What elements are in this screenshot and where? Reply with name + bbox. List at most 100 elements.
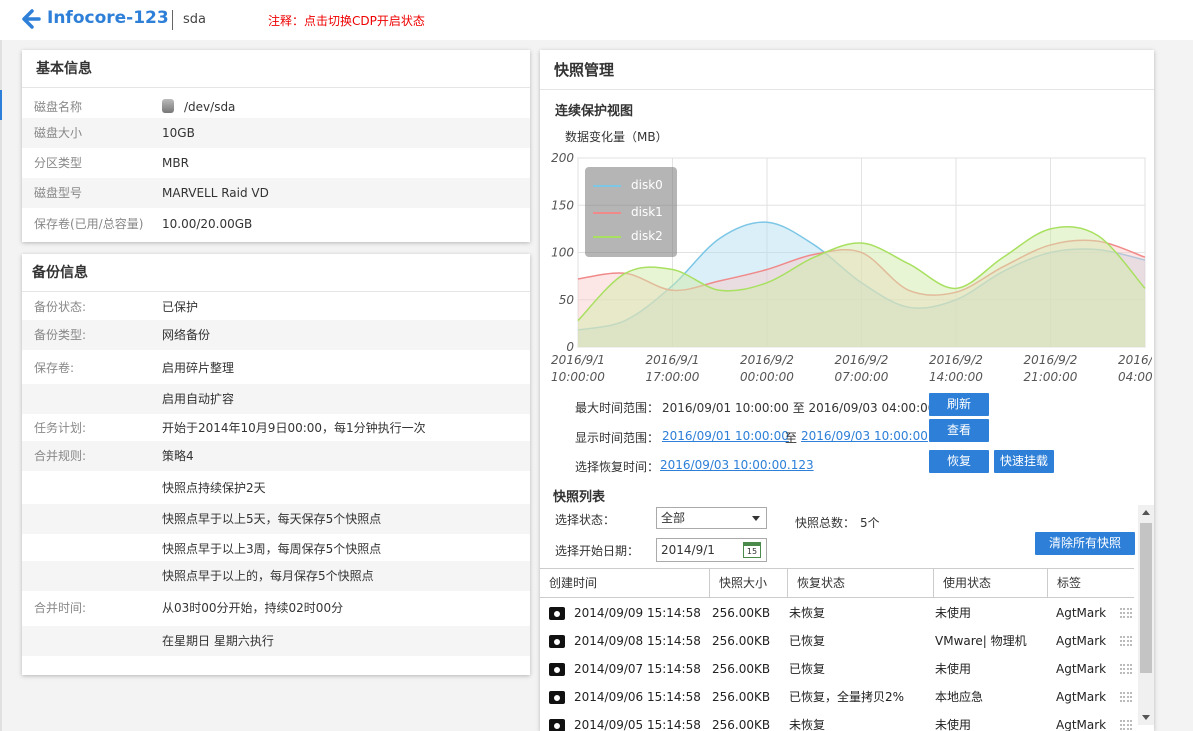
snapshot-list-title: 快照列表	[553, 490, 606, 505]
x-tick-label-time: 07:00:00	[835, 370, 889, 384]
snapshot-scrollbar[interactable]	[1138, 505, 1154, 725]
backup-row: 快照点早于以上的，每月保存5个快照点	[22, 561, 530, 591]
table-row[interactable]: 2014/09/08 15:14:58 256.00KB 已恢复 VMware| 物理…	[540, 627, 1134, 655]
scroll-down-icon[interactable]	[1142, 715, 1150, 720]
back-arrow-icon[interactable]	[20, 8, 42, 30]
quick-mount-button[interactable]: 快速挂载	[994, 450, 1054, 473]
info-value: 10.00/20.00GB	[162, 217, 253, 231]
column-header-usage[interactable]: 使用状态	[934, 569, 1048, 597]
table-row[interactable]: 2014/09/05 15:14:58 256.00KB 未恢复 未使用 AgtMark	[540, 711, 1134, 731]
snapshot-table-header: 创建时间 快照大小 恢复状态 使用状态 标签	[540, 568, 1134, 598]
backup-row: 在星期日 星期六执行	[22, 626, 530, 656]
cell-usage-status: 本地应急	[935, 690, 984, 704]
restore-time-link[interactable]: 2016/09/03 10:00:00.123	[660, 458, 814, 472]
restore-button[interactable]: 恢复	[929, 450, 989, 473]
x-tick-label-date: 2016/9/1	[551, 353, 605, 367]
y-tick-label: 200	[551, 151, 574, 165]
info-value: 开始于2014年10月9日00:00，每1分钟执行一次	[162, 421, 426, 435]
start-date-value: 2014/9/1	[661, 543, 715, 557]
info-value: 在星期日 星期六执行	[162, 634, 274, 648]
info-row-partition-type: 分区类型 MBR	[22, 148, 530, 178]
backup-row: 备份状态: 已保护	[22, 292, 530, 322]
backup-info-heading: 备份信息	[22, 254, 530, 292]
info-label: 磁盘大小	[34, 126, 83, 140]
y-tick-label: 150	[551, 198, 574, 212]
display-range-end-link[interactable]: 2016/09/03 10:00:00	[801, 429, 928, 443]
x-tick-label-date: 2016/9/3	[1118, 353, 1152, 367]
start-date-label: 选择开始日期：	[555, 544, 640, 558]
x-tick-label-time: 00:00:00	[740, 370, 794, 384]
info-label: 任务计划:	[34, 421, 87, 435]
legend-item-disk1[interactable]: disk1	[593, 202, 663, 222]
scroll-up-icon[interactable]	[1142, 510, 1150, 515]
legend-item-disk2[interactable]: disk2	[593, 226, 663, 246]
max-range-label: 最大时间范围：	[575, 401, 660, 415]
page-title: Infocore-123	[47, 8, 169, 28]
backup-row: 备份类型: 网络备份	[22, 320, 530, 350]
clear-all-snapshots-button[interactable]: 清除所有快照	[1035, 532, 1135, 555]
status-select[interactable]: 全部	[656, 507, 767, 529]
cell-restore-status: 已恢复	[789, 662, 826, 676]
row-menu-icon[interactable]	[1120, 720, 1132, 730]
row-menu-icon[interactable]	[1120, 636, 1132, 646]
cell-usage-status: 未使用	[935, 662, 972, 676]
backup-row: 快照点持续保护2天	[22, 473, 530, 503]
x-tick-label-date: 2016/9/1	[646, 353, 700, 367]
cell-tag: AgtMark	[1056, 690, 1107, 704]
cell-usage-status: VMware| 物理机	[935, 634, 1027, 648]
total-label: 快照总数：	[795, 516, 856, 530]
x-tick-label-time: 14:00:00	[929, 370, 983, 384]
scroll-thumb[interactable]	[1140, 523, 1152, 673]
column-header-restore[interactable]: 恢复状态	[788, 569, 934, 597]
info-value: 网络备份	[162, 328, 211, 342]
column-header-created[interactable]: 创建时间	[540, 569, 710, 597]
calendar-icon[interactable]: 15	[743, 542, 761, 558]
info-value: 从03时00分开始，持续02时00分	[162, 601, 344, 615]
camera-icon	[549, 719, 565, 731]
legend-item-disk0[interactable]: disk0	[593, 175, 663, 195]
display-range-start-link[interactable]: 2016/09/01 10:00:00	[662, 429, 789, 443]
row-menu-icon[interactable]	[1120, 608, 1132, 618]
info-label: 合并时间:	[34, 601, 87, 615]
restore-time-label: 选择恢复时间：	[575, 460, 660, 474]
backup-row: 合并时间: 从03时00分开始，持续02时00分	[22, 593, 530, 623]
info-value: 快照点早于以上5天，每天保存5个快照点	[162, 512, 382, 526]
disk-icon	[162, 98, 174, 113]
cell-created: 2014/09/06 15:14:58	[574, 690, 701, 704]
info-label: 保存卷(已用/总容量)	[34, 217, 144, 231]
row-menu-icon[interactable]	[1120, 692, 1132, 702]
cdp-toggle-note[interactable]: 注释：点击切换CDP开启状态	[268, 12, 425, 29]
cell-restore-status: 已恢复，全量拷贝2%	[789, 690, 905, 704]
info-label: 备份状态:	[34, 300, 87, 314]
backup-row: 合并规则: 策略4	[22, 441, 530, 471]
column-header-size[interactable]: 快照大小	[710, 569, 788, 597]
top-bar: Infocore-123 sda 注释：点击切换CDP开启状态	[0, 0, 1193, 40]
info-value: 快照点早于以上3周，每周保存5个快照点	[162, 542, 382, 556]
row-menu-icon[interactable]	[1120, 664, 1132, 674]
snapshot-heading: 快照管理	[540, 50, 1154, 90]
y-tick-label: 100	[551, 246, 574, 260]
cell-tag: AgtMark	[1056, 662, 1107, 676]
refresh-button[interactable]: 刷新	[929, 393, 989, 416]
backup-info-panel: 备份信息 备份状态: 已保护 备份类型: 网络备份 保存卷: 启用碎片整理 启用自动扩…	[22, 254, 530, 675]
cell-usage-status: 未使用	[935, 718, 972, 731]
info-value: 快照点早于以上的，每月保存5个快照点	[162, 569, 374, 583]
title-divider	[172, 10, 173, 30]
info-value: 策略4	[162, 449, 194, 463]
camera-icon	[549, 607, 565, 620]
info-value: 已保护	[162, 300, 199, 314]
info-label: 分区类型	[34, 156, 83, 170]
info-row-save-volume: 保存卷(已用/总容量) 10.00/20.00GB	[22, 209, 530, 239]
table-row[interactable]: 2014/09/07 15:14:58 256.00KB 已恢复 未使用 AgtMark	[540, 655, 1134, 683]
cdp-view-title: 连续保护视图	[555, 104, 634, 119]
column-header-tag[interactable]: 标签	[1048, 569, 1134, 597]
start-date-input[interactable]: 2014/9/1 15	[656, 538, 767, 562]
info-value: 快照点持续保护2天	[162, 481, 266, 495]
backup-row: 任务计划: 开始于2014年10月9日00:00，每1分钟执行一次	[22, 413, 530, 443]
view-button[interactable]: 查看	[929, 419, 989, 442]
legend-label: disk2	[631, 229, 663, 243]
info-value: MBR	[162, 156, 189, 170]
table-row[interactable]: 2014/09/06 15:14:58 256.00KB 已恢复，全量拷贝2% 本地应…	[540, 683, 1134, 711]
table-row[interactable]: 2014/09/09 15:14:58 256.00KB 未恢复 未使用 AgtMark	[540, 599, 1134, 627]
display-range-to: 至	[785, 431, 798, 445]
